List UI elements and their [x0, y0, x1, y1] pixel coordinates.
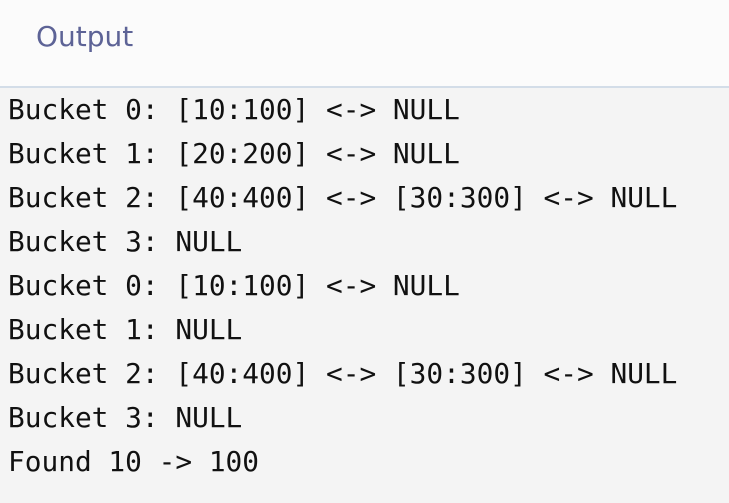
output-line: Bucket 0: [10:100] <-> NULL: [8, 269, 460, 302]
output-line: Bucket 3: NULL: [8, 401, 243, 434]
output-line: Found 10 -> 100: [8, 445, 260, 478]
output-line: Bucket 0: [10:100] <-> NULL: [8, 93, 460, 126]
output-header: Output: [0, 0, 729, 88]
output-line: Bucket 1: NULL: [8, 313, 243, 346]
output-line: Bucket 1: [20:200] <-> NULL: [8, 137, 460, 170]
output-console: Bucket 0: [10:100] <-> NULL Bucket 1: [2…: [0, 88, 729, 484]
output-line: Bucket 2: [40:400] <-> [30:300] <-> NULL: [8, 357, 678, 390]
output-title: Output: [36, 20, 134, 53]
output-line: Bucket 3: NULL: [8, 225, 243, 258]
output-line: Bucket 2: [40:400] <-> [30:300] <-> NULL: [8, 181, 678, 214]
